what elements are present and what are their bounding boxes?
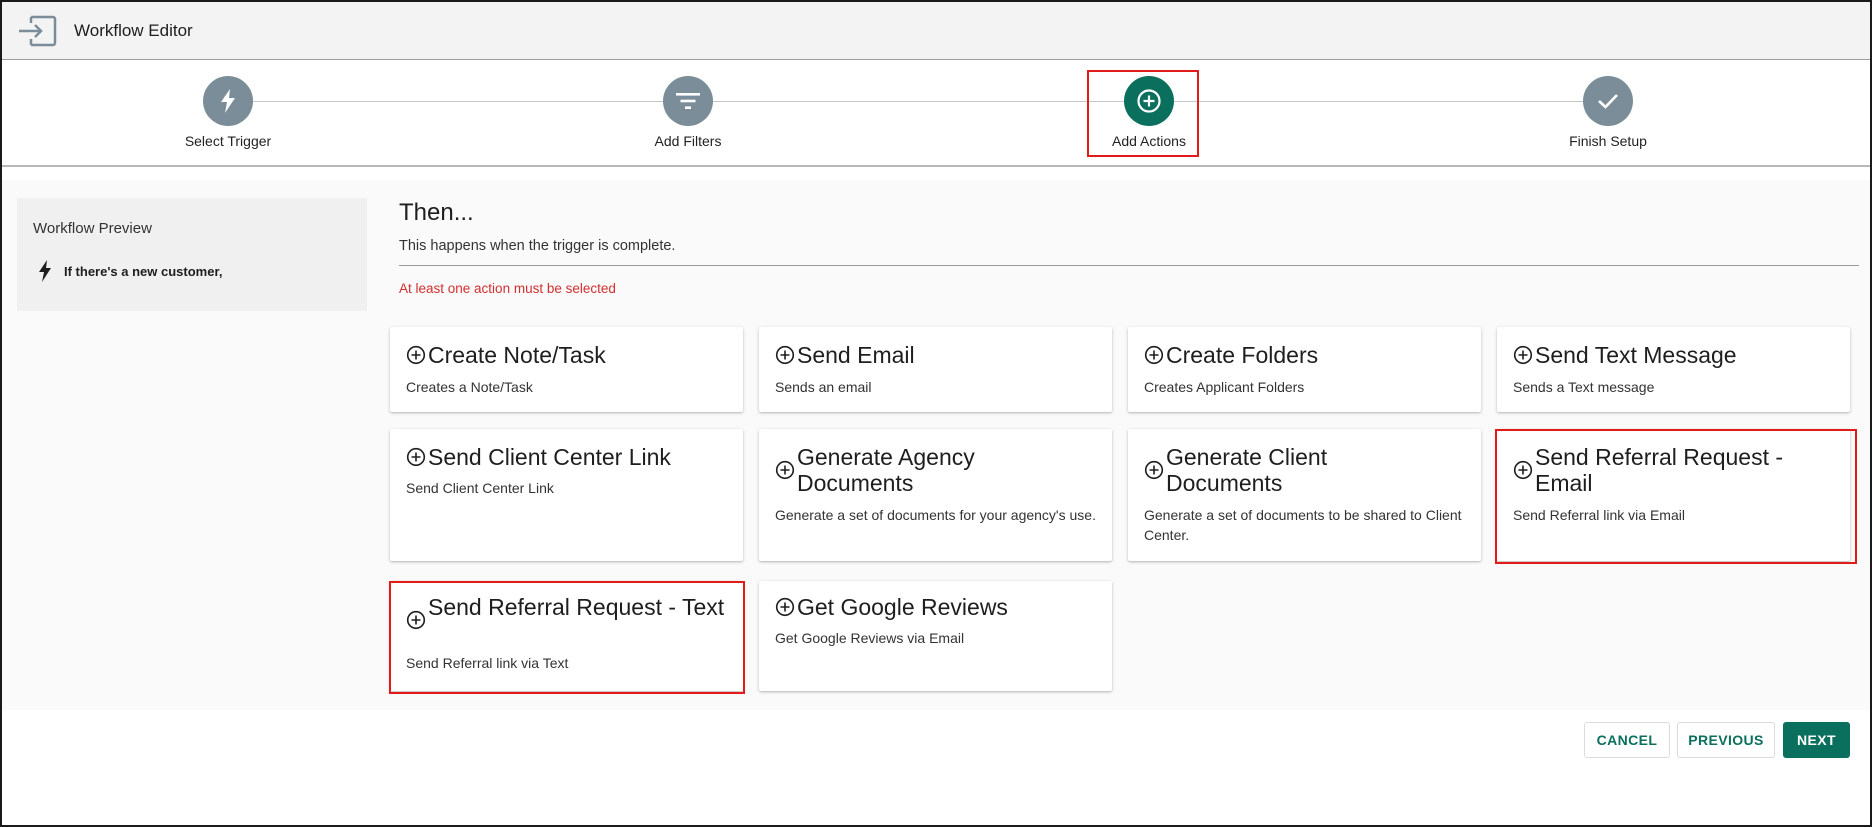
action-card-generate-client-documents[interactable]: Generate Client Documents Generate a set… — [1128, 429, 1481, 561]
step-add-filters[interactable]: Add Filters — [608, 61, 768, 149]
add-circle-icon — [406, 345, 426, 365]
section-subheading: This happens when the trigger is complet… — [399, 238, 676, 254]
previous-button[interactable]: PREVIOUS — [1677, 722, 1775, 758]
step-label: Finish Setup — [1569, 133, 1647, 149]
action-card-create-note-task[interactable]: Create Note/Task Creates a Note/Task — [390, 327, 743, 412]
add-circle-icon — [406, 447, 426, 467]
next-button[interactable]: NEXT — [1783, 722, 1850, 758]
action-title: Generate Client Documents — [1166, 444, 1328, 496]
validation-error: At least one action must be selected — [399, 281, 616, 296]
action-description: Creates Applicant Folders — [1144, 379, 1305, 395]
preview-trigger-text: If there's a new customer, — [64, 264, 223, 279]
action-card-create-folders[interactable]: Create Folders Creates Applicant Folders — [1128, 327, 1481, 412]
highlight-box-referral-email — [1495, 429, 1857, 564]
workflow-preview-panel: Workflow Preview If there's a new custom… — [17, 198, 367, 311]
action-card-send-text-message[interactable]: Send Text Message Sends a Text message — [1497, 327, 1850, 412]
page-title: Workflow Editor — [74, 21, 193, 40]
step-label: Add Filters — [654, 133, 722, 149]
action-description: Get Google Reviews via Email — [775, 630, 965, 646]
step-select-trigger[interactable]: Select Trigger — [148, 61, 308, 149]
action-title: Send Client Center Link — [428, 444, 671, 470]
add-circle-icon — [1513, 345, 1533, 365]
cancel-button[interactable]: CANCEL — [1584, 722, 1670, 758]
action-title: Send Text Message — [1535, 342, 1737, 368]
action-title: Create Folders — [1166, 342, 1319, 368]
step-highlight-box — [1087, 70, 1199, 157]
preview-title: Workflow Preview — [33, 220, 152, 237]
step-circle — [1583, 76, 1633, 126]
step-label: Select Trigger — [184, 133, 272, 149]
action-title: Get Google Reviews — [797, 594, 1008, 620]
add-circle-icon — [775, 345, 795, 365]
add-circle-icon — [775, 460, 795, 480]
action-card-get-google-reviews[interactable]: Get Google Reviews Get Google Reviews vi… — [759, 581, 1112, 691]
add-circle-icon — [775, 597, 795, 617]
action-card-send-client-center-link[interactable]: Send Client Center Link Send Client Cent… — [390, 429, 743, 561]
action-title: Generate Agency Documents — [797, 444, 975, 496]
lightning-bolt-icon — [221, 89, 235, 113]
step-circle — [663, 76, 713, 126]
section-heading: Then... — [399, 199, 474, 226]
action-description: Sends an email — [775, 379, 872, 395]
action-card-send-email[interactable]: Send Email Sends an email — [759, 327, 1112, 412]
action-description: Creates a Note/Task — [406, 379, 533, 395]
app-header: Workflow Editor — [2, 2, 1870, 60]
action-title: Create Note/Task — [428, 342, 606, 368]
highlight-box-referral-text — [389, 581, 745, 694]
add-circle-icon — [1144, 345, 1164, 365]
action-description: Generate a set of documents to be shared… — [1144, 507, 1462, 543]
filter-icon — [676, 93, 700, 109]
action-card-generate-agency-documents[interactable]: Generate Agency Documents Generate a set… — [759, 429, 1112, 561]
add-circle-icon — [1144, 460, 1164, 480]
exit-to-app-icon[interactable] — [17, 14, 57, 48]
stepper-connector — [217, 101, 1612, 102]
divider — [399, 265, 1859, 266]
action-description: Send Client Center Link — [406, 480, 554, 496]
workflow-stepper: Select Trigger Add Filters Add Actions F… — [2, 61, 1870, 167]
step-circle — [203, 76, 253, 126]
lightning-bolt-icon — [39, 260, 51, 282]
action-description: Sends a Text message — [1513, 379, 1655, 395]
check-icon — [1598, 94, 1618, 109]
action-title: Send Email — [797, 342, 915, 368]
action-description: Generate a set of documents for your age… — [775, 507, 1096, 523]
step-finish-setup[interactable]: Finish Setup — [1528, 61, 1688, 149]
